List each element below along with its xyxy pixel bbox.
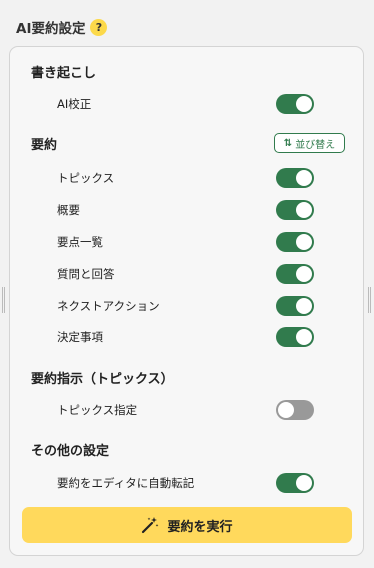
toggle-decisions[interactable] <box>276 327 314 347</box>
section-title-other: その他の設定 <box>31 444 110 459</box>
toggle-ai-proofread[interactable] <box>276 94 314 114</box>
right-resize-handle[interactable] <box>368 287 371 313</box>
setting-row-ai-proofread: AI校正 <box>10 91 363 117</box>
setting-label: ネクストアクション <box>57 299 160 313</box>
toggle-qa[interactable] <box>276 264 314 284</box>
setting-label: トピックス指定 <box>57 403 138 417</box>
toggle-key-points[interactable] <box>276 232 314 252</box>
setting-label: 要点一覧 <box>57 235 103 249</box>
toggle-topic-specify[interactable] <box>276 400 314 420</box>
section-title-transcription: 書き起こし <box>31 66 97 81</box>
setting-label: 概要 <box>57 203 80 217</box>
setting-row-auto-transfer: 要約をエディタに自動転記 <box>10 470 363 496</box>
section-title-instructions: 要約指示（トピックス） <box>31 372 174 387</box>
toggle-next-actions[interactable] <box>276 296 314 316</box>
setting-label: 質問と回答 <box>57 267 115 281</box>
settings-header: AI要約設定 ? <box>16 16 108 38</box>
toggle-auto-transfer[interactable] <box>276 473 314 493</box>
toggle-overview[interactable] <box>276 200 314 220</box>
sort-icon: ⇅ <box>283 137 293 149</box>
setting-row-topics: トピックス <box>10 165 363 191</box>
setting-row-topic-specify: トピックス指定 <box>10 397 363 423</box>
setting-row-next-actions: ネクストアクション <box>10 293 363 319</box>
setting-row-decisions: 決定事項 <box>10 324 363 350</box>
setting-row-key-points: 要点一覧 <box>10 229 363 255</box>
magic-wand-icon <box>142 517 159 534</box>
setting-row-qa: 質問と回答 <box>10 261 363 287</box>
page-title: AI要約設定 <box>16 21 86 37</box>
settings-panel: 書き起こし AI校正 要約 ⇅ 並び替え トピックス 概要 要点一覧 質問と回答… <box>9 46 364 556</box>
section-title-summary: 要約 <box>31 138 58 153</box>
setting-label: トピックス <box>57 171 115 185</box>
help-icon[interactable]: ? <box>90 18 108 36</box>
run-summary-button[interactable]: 要約を実行 <box>22 507 352 543</box>
setting-row-overview: 概要 <box>10 197 363 223</box>
sort-button-label: 並び替え <box>295 139 336 151</box>
left-resize-handle[interactable] <box>2 287 5 313</box>
setting-label: 要約をエディタに自動転記 <box>57 476 195 490</box>
sort-button[interactable]: ⇅ 並び替え <box>274 133 345 153</box>
run-summary-label: 要約を実行 <box>167 519 233 535</box>
toggle-topics[interactable] <box>276 168 314 188</box>
setting-label: AI校正 <box>57 97 92 111</box>
setting-label: 決定事項 <box>57 330 103 344</box>
